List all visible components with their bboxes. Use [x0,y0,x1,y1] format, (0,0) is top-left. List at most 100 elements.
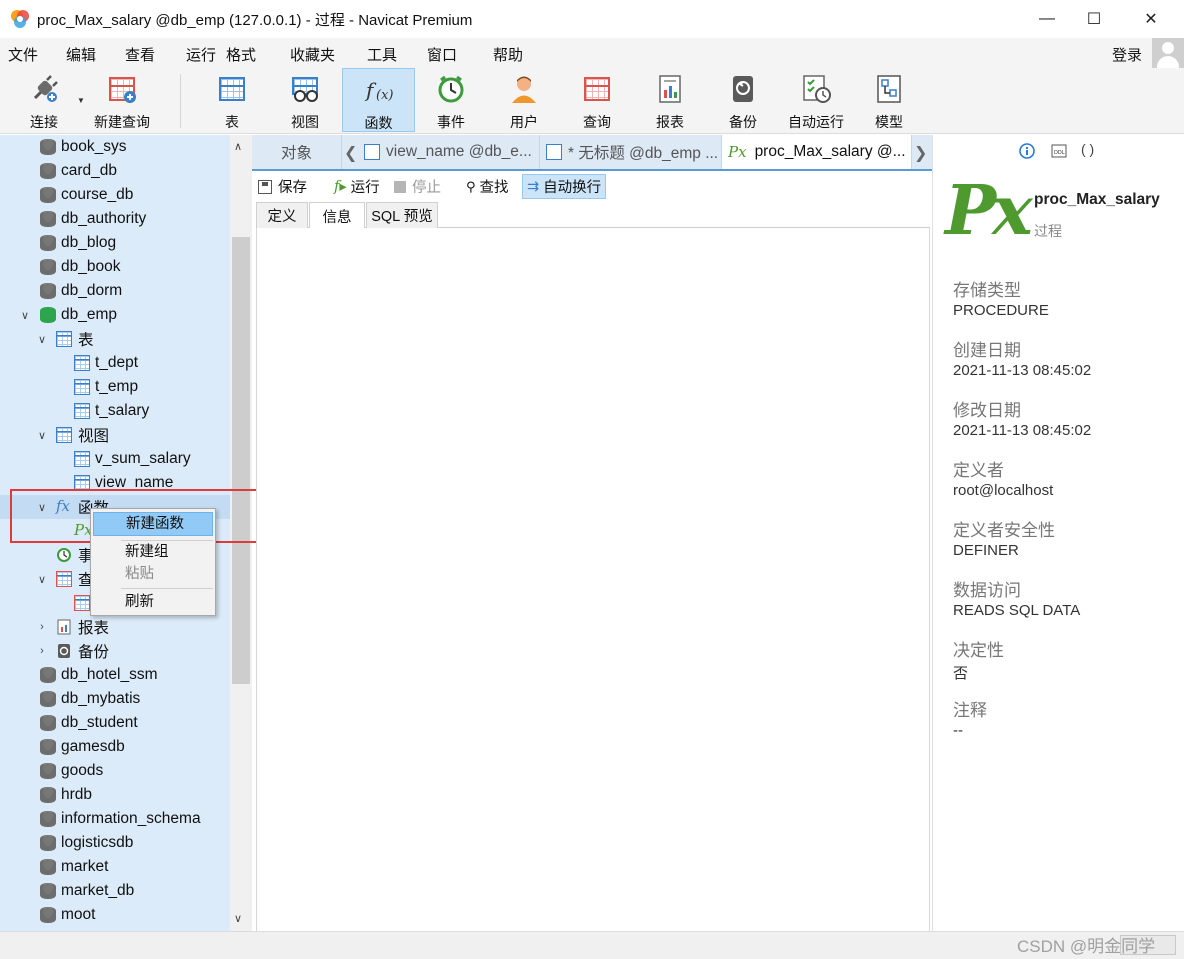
new-query-button[interactable]: 新建查询 [88,68,156,132]
toolbar-table-button[interactable]: 表 [208,68,256,132]
sidebar-scrollbar-thumb[interactable] [232,237,250,684]
info-icon[interactable] [1019,143,1035,159]
tree-item-t-salary[interactable]: t_salary [0,399,230,423]
menu-format[interactable]: 格式 [226,44,256,65]
info-comment-value: -- [953,722,963,739]
editor-content-area[interactable] [256,228,930,931]
menu-edit[interactable]: 编辑 [66,44,96,65]
toolbar-function-button[interactable]: f (x) 函数 [342,68,415,132]
ctx-refresh[interactable]: 刷新 [93,590,213,614]
word-wrap-toggle[interactable]: ⇉ 自动换行 [522,174,607,199]
tree-item-v-sum-salary[interactable]: v_sum_salary [0,447,230,471]
tab-view-name-label: view_name @db_e... [386,143,532,160]
tree-item-tables[interactable]: ∨ 表 [0,327,230,351]
tree-item-db-authority[interactable]: db_authority [0,207,230,231]
tree-item-goods[interactable]: goods [0,759,230,783]
find-button[interactable]: ⚲ 查找 [466,174,509,199]
menu-help[interactable]: 帮助 [493,44,523,65]
ddl-icon[interactable]: DDL [1051,143,1067,159]
ctx-paste[interactable]: 粘贴 [93,562,213,586]
tree-item-views[interactable]: ∨ 视图 [0,423,230,447]
close-button[interactable]: ✕ [1128,0,1174,38]
subtab-sql-preview[interactable]: SQL 预览 [366,202,438,228]
chevron-down-icon[interactable]: ∨ [35,429,49,442]
chevron-down-icon[interactable]: ∨ [35,501,49,514]
tab-proc-max-salary[interactable]: Px proc_Max_salary @... [722,135,912,169]
minimize-button[interactable]: — [1024,0,1070,38]
user-avatar[interactable] [1152,38,1184,70]
menu-tools[interactable]: 工具 [367,44,397,65]
ctx-new-group[interactable]: 新建组 [93,540,213,564]
subtab-info[interactable]: 信息 [309,202,365,229]
toolbar-report-button[interactable]: 报表 [646,68,694,132]
toolbar-automation-button[interactable]: 自动运行 [784,68,848,132]
parentheses-icon[interactable]: ( ) [1081,141,1097,157]
connect-button[interactable]: 连接 [18,68,70,132]
tree-item-db-dorm[interactable]: db_dorm [0,279,230,303]
menu-file[interactable]: 文件 [8,44,38,65]
tree-item-view-name[interactable]: view_name [0,471,230,495]
login-link[interactable]: 登录 [1112,44,1142,65]
tree-item-label: db_dorm [61,282,123,299]
tree-item-backups[interactable]: › 备份 [0,639,230,663]
run-button[interactable]: f▸ 运行 [334,174,380,199]
toolbar-user-button[interactable]: 用户 [500,68,548,132]
save-button[interactable]: 保存 [258,174,307,199]
chevron-down-icon[interactable]: ∨ [18,309,32,322]
scroll-up-icon[interactable]: ∧ [234,140,242,153]
database-icon [40,235,56,251]
tree-item-logisticsdb[interactable]: logisticsdb [0,831,230,855]
tab-untitled-query[interactable]: * 无标题 @db_emp ... [540,135,722,169]
toolbar-event-button[interactable]: 事件 [427,68,475,132]
chevron-down-icon[interactable]: ∨ [35,573,49,586]
tree-item-information-schema[interactable]: information_schema [0,807,230,831]
tree-item-market[interactable]: market [0,855,230,879]
tree-item-gamesdb[interactable]: gamesdb [0,735,230,759]
tree-item-db-student[interactable]: db_student [0,711,230,735]
run-icon: f▸ [334,178,347,195]
tree-item-label: db_mybatis [61,690,141,707]
menu-run[interactable]: 运行 [186,44,216,65]
view-icon [56,427,72,443]
tree-item-t-emp[interactable]: t_emp [0,375,230,399]
toolbar-model-button[interactable]: 模型 [865,68,913,132]
menu-favorites[interactable]: 收藏夹 [290,44,335,65]
toolbar-query-button[interactable]: 查询 [573,68,621,132]
chevron-right-icon[interactable]: › [35,645,49,657]
subtab-definition[interactable]: 定义 [256,202,308,228]
tree-item-moot[interactable]: moot [0,903,230,927]
tree-item-label: market_db [61,882,135,899]
tree-item-market-db[interactable]: market_db [0,879,230,903]
chevron-down-icon[interactable]: ∨ [35,333,49,346]
tree-item-db-blog[interactable]: db_blog [0,231,230,255]
tree-item-db-hotel-ssm[interactable]: db_hotel_ssm [0,663,230,687]
tree-item-db-emp[interactable]: ∨ db_emp [0,303,230,327]
function-icon: fx [56,497,71,515]
tab-objects[interactable]: 对象 [252,135,342,169]
menu-view[interactable]: 查看 [125,44,155,65]
menu-window[interactable]: 窗口 [427,44,457,65]
stop-button[interactable]: 停止 [394,174,441,199]
tree-item-card-db[interactable]: card_db [0,159,230,183]
ctx-new-function[interactable]: 新建函数 [93,512,213,536]
chevron-right-icon[interactable]: › [35,621,49,633]
table-icon [74,403,90,419]
tab-scroll-left-icon[interactable]: ❮ [344,143,357,163]
tab-scroll-right-icon[interactable]: ❯ [914,143,927,163]
toolbar-backup-button[interactable]: 备份 [719,68,767,132]
tab-view-name[interactable]: view_name @db_e... [358,135,540,169]
tree-item-t-dept[interactable]: t_dept [0,351,230,375]
info-definer-label: 定义者 [953,461,1004,480]
tree-item-book-sys[interactable]: book_sys [0,135,230,159]
maximize-button[interactable]: ☐ [1071,0,1117,38]
tree-item-db-book[interactable]: db_book [0,255,230,279]
tree-item-course-db[interactable]: course_db [0,183,230,207]
view-icon [364,144,380,160]
scroll-down-icon[interactable]: ∨ [234,912,242,925]
connect-dropdown-icon[interactable]: ▼ [77,96,85,105]
toolbar-view-button[interactable]: 视图 [281,68,329,132]
database-icon [40,883,56,899]
tree-item-hrdb[interactable]: hrdb [0,783,230,807]
tree-item-reports[interactable]: › 报表 [0,615,230,639]
tree-item-db-mybatis[interactable]: db_mybatis [0,687,230,711]
